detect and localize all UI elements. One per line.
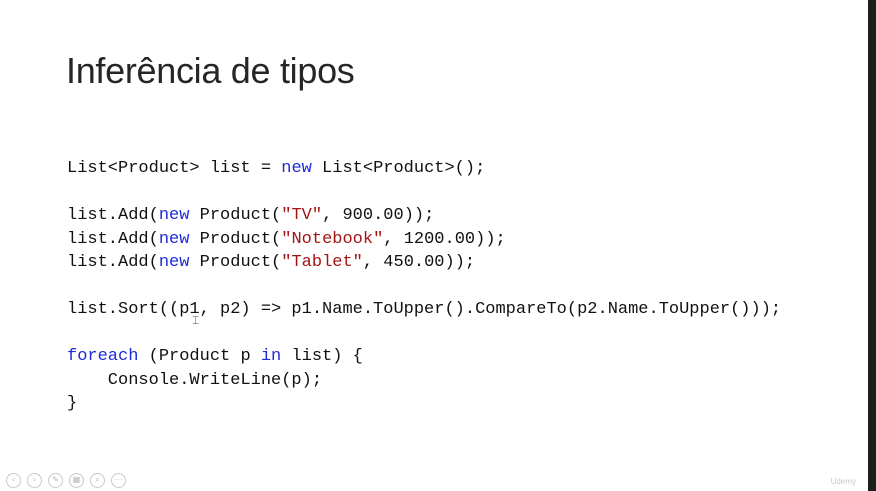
slide-title: Inferência de tipos xyxy=(66,50,355,91)
pen-tool-icon: ✎ xyxy=(52,475,59,484)
code-string: "TV" xyxy=(281,206,323,225)
code-text: list.Add( xyxy=(67,206,159,225)
code-text: } xyxy=(67,394,78,413)
code-line: Console.WriteLine(p); xyxy=(67,369,781,393)
code-text: Product( xyxy=(189,253,282,272)
code-keyword: new xyxy=(158,229,190,249)
zoom-icon: ⌕ xyxy=(95,475,100,484)
code-text: Console.WriteLine(p); xyxy=(67,370,323,390)
code-text: List<Product> list = xyxy=(67,159,282,178)
code-text: (Product p xyxy=(138,347,261,366)
slideshow-controls: ‹ › ✎ ▦ ⌕ ⋯ xyxy=(6,472,126,488)
code-text: Product( xyxy=(189,229,282,249)
presentation-slide: Inferência de tipos List<Product> list =… xyxy=(0,0,868,491)
mouse-cursor-icon: ⌶ xyxy=(192,313,200,327)
code-text: list) { xyxy=(281,347,363,366)
code-line: List<Product> list = new List<Product>()… xyxy=(67,157,781,181)
window-edge xyxy=(868,0,876,491)
code-block: List<Product> list = new List<Product>()… xyxy=(67,157,781,416)
slides-overview-icon: ▦ xyxy=(72,475,81,484)
code-keyword: new xyxy=(281,159,312,178)
slides-overview-button[interactable]: ▦ xyxy=(69,472,84,488)
code-text: , 1200.00)); xyxy=(383,229,506,249)
code-keyword: foreach xyxy=(67,347,139,366)
code-keyword: in xyxy=(260,347,282,366)
code-line: } xyxy=(67,392,781,416)
code-line: list.Sort((p1, p2) => p1.Name.ToUpper().… xyxy=(67,298,781,322)
zoom-button[interactable]: ⌕ xyxy=(90,472,105,488)
code-text: list.Add( xyxy=(67,253,159,272)
previous-slide-button[interactable]: ‹ xyxy=(6,472,21,488)
code-text: List<Product>(); xyxy=(311,159,486,178)
more-options-button[interactable]: ⋯ xyxy=(111,472,126,488)
code-text: Product( xyxy=(189,206,282,225)
code-text: list.Add( xyxy=(67,229,159,249)
code-line: list.Add(new Product("Notebook", 1200.00… xyxy=(67,228,781,252)
code-text: , 450.00)); xyxy=(362,253,476,272)
code-keyword: new xyxy=(158,206,190,225)
pen-tool-button[interactable]: ✎ xyxy=(48,472,63,488)
code-keyword: new xyxy=(158,253,190,272)
next-slide-icon: › xyxy=(32,475,37,484)
code-string: "Notebook" xyxy=(281,229,384,249)
code-line: list.Add(new Product("TV", 900.00)); xyxy=(67,204,781,228)
previous-slide-icon: ‹ xyxy=(11,475,16,484)
more-options-icon: ⋯ xyxy=(114,475,123,484)
code-text: list.Sort((p1, p2) => p1.Name.ToUpper().… xyxy=(67,300,782,319)
udemy-watermark: Udemy xyxy=(830,477,856,486)
next-slide-button[interactable]: › xyxy=(27,472,42,488)
code-text: , 900.00)); xyxy=(322,206,435,225)
code-line: list.Add(new Product("Tablet", 450.00)); xyxy=(67,251,781,275)
code-line: foreach (Product p in list) { xyxy=(67,345,781,369)
code-string: "Tablet" xyxy=(281,253,363,272)
